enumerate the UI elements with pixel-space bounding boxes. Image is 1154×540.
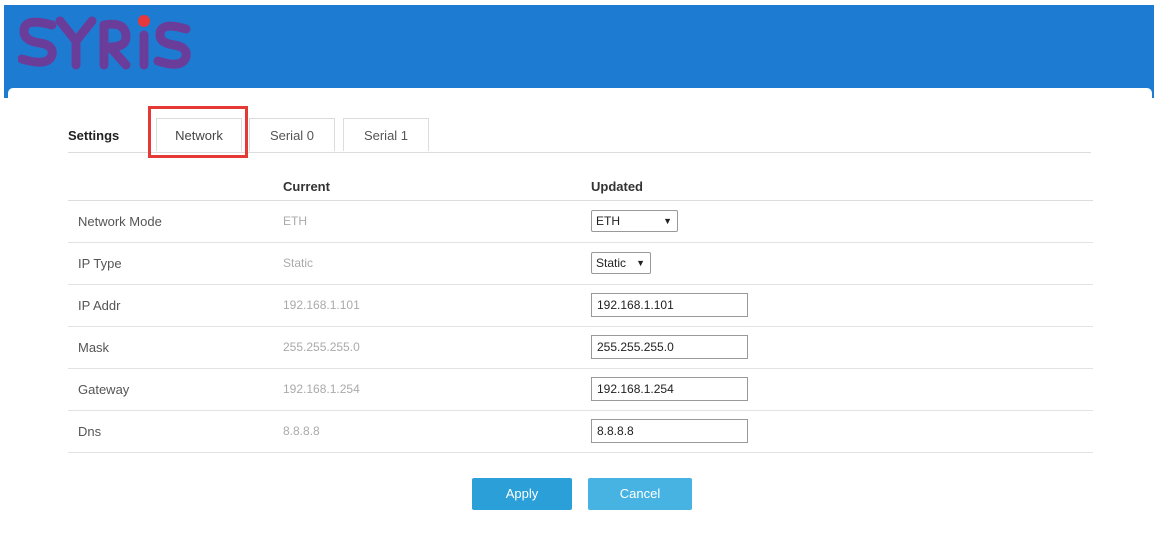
dns-input[interactable]: 8.8.8.8 <box>591 419 748 443</box>
tab-bar: Settings Network Serial 0 Serial 1 <box>68 118 1091 153</box>
header-current: Current <box>283 179 330 194</box>
top-header <box>4 5 1154 98</box>
chevron-down-icon: ▼ <box>636 258 645 268</box>
ip-addr-input[interactable]: 192.168.1.101 <box>591 293 748 317</box>
ip-type-select[interactable]: Static ▼ <box>591 252 651 274</box>
current-value: Static <box>283 256 314 270</box>
header-updated: Updated <box>591 179 643 194</box>
table-row: IP Addr 192.168.1.101 192.168.1.101 <box>68 285 1093 327</box>
syris-logo <box>17 11 198 78</box>
network-settings-table: Current Updated Network Mode ETH ETH ▼ I… <box>68 170 1093 453</box>
table-row: Mask 255.255.255.0 255.255.255.0 <box>68 327 1093 369</box>
table-row: Network Mode ETH ETH ▼ <box>68 201 1093 243</box>
row-label: IP Addr <box>78 298 121 313</box>
select-value: Static <box>596 256 627 270</box>
row-label: Gateway <box>78 382 130 397</box>
cancel-button[interactable]: Cancel <box>588 478 692 510</box>
row-label: IP Type <box>78 256 122 271</box>
current-value: 192.168.1.254 <box>283 382 360 396</box>
current-value: 192.168.1.101 <box>283 298 360 312</box>
tab-serial-1[interactable]: Serial 1 <box>343 118 429 151</box>
row-label: Dns <box>78 424 102 439</box>
apply-button[interactable]: Apply <box>472 478 572 510</box>
gateway-input[interactable]: 192.168.1.254 <box>591 377 748 401</box>
current-value: 8.8.8.8 <box>283 424 320 438</box>
settings-label: Settings <box>68 128 120 143</box>
table-header: Current Updated <box>68 170 1093 201</box>
row-label: Network Mode <box>78 214 162 229</box>
tab-serial-0[interactable]: Serial 0 <box>249 118 335 151</box>
current-value: 255.255.255.0 <box>283 340 360 354</box>
table-row: IP Type Static Static ▼ <box>68 243 1093 285</box>
current-value: ETH <box>283 214 307 228</box>
mask-input[interactable]: 255.255.255.0 <box>591 335 748 359</box>
tab-network[interactable]: Network <box>156 118 242 151</box>
table-row: Dns 8.8.8.8 8.8.8.8 <box>68 411 1093 453</box>
chevron-down-icon: ▼ <box>663 216 672 226</box>
select-value: ETH <box>596 214 620 228</box>
settings-card: Settings Network Serial 0 Serial 1 Curre… <box>8 88 1152 540</box>
table-row: Gateway 192.168.1.254 192.168.1.254 <box>68 369 1093 411</box>
network-mode-select[interactable]: ETH ▼ <box>591 210 678 232</box>
row-label: Mask <box>78 340 110 355</box>
